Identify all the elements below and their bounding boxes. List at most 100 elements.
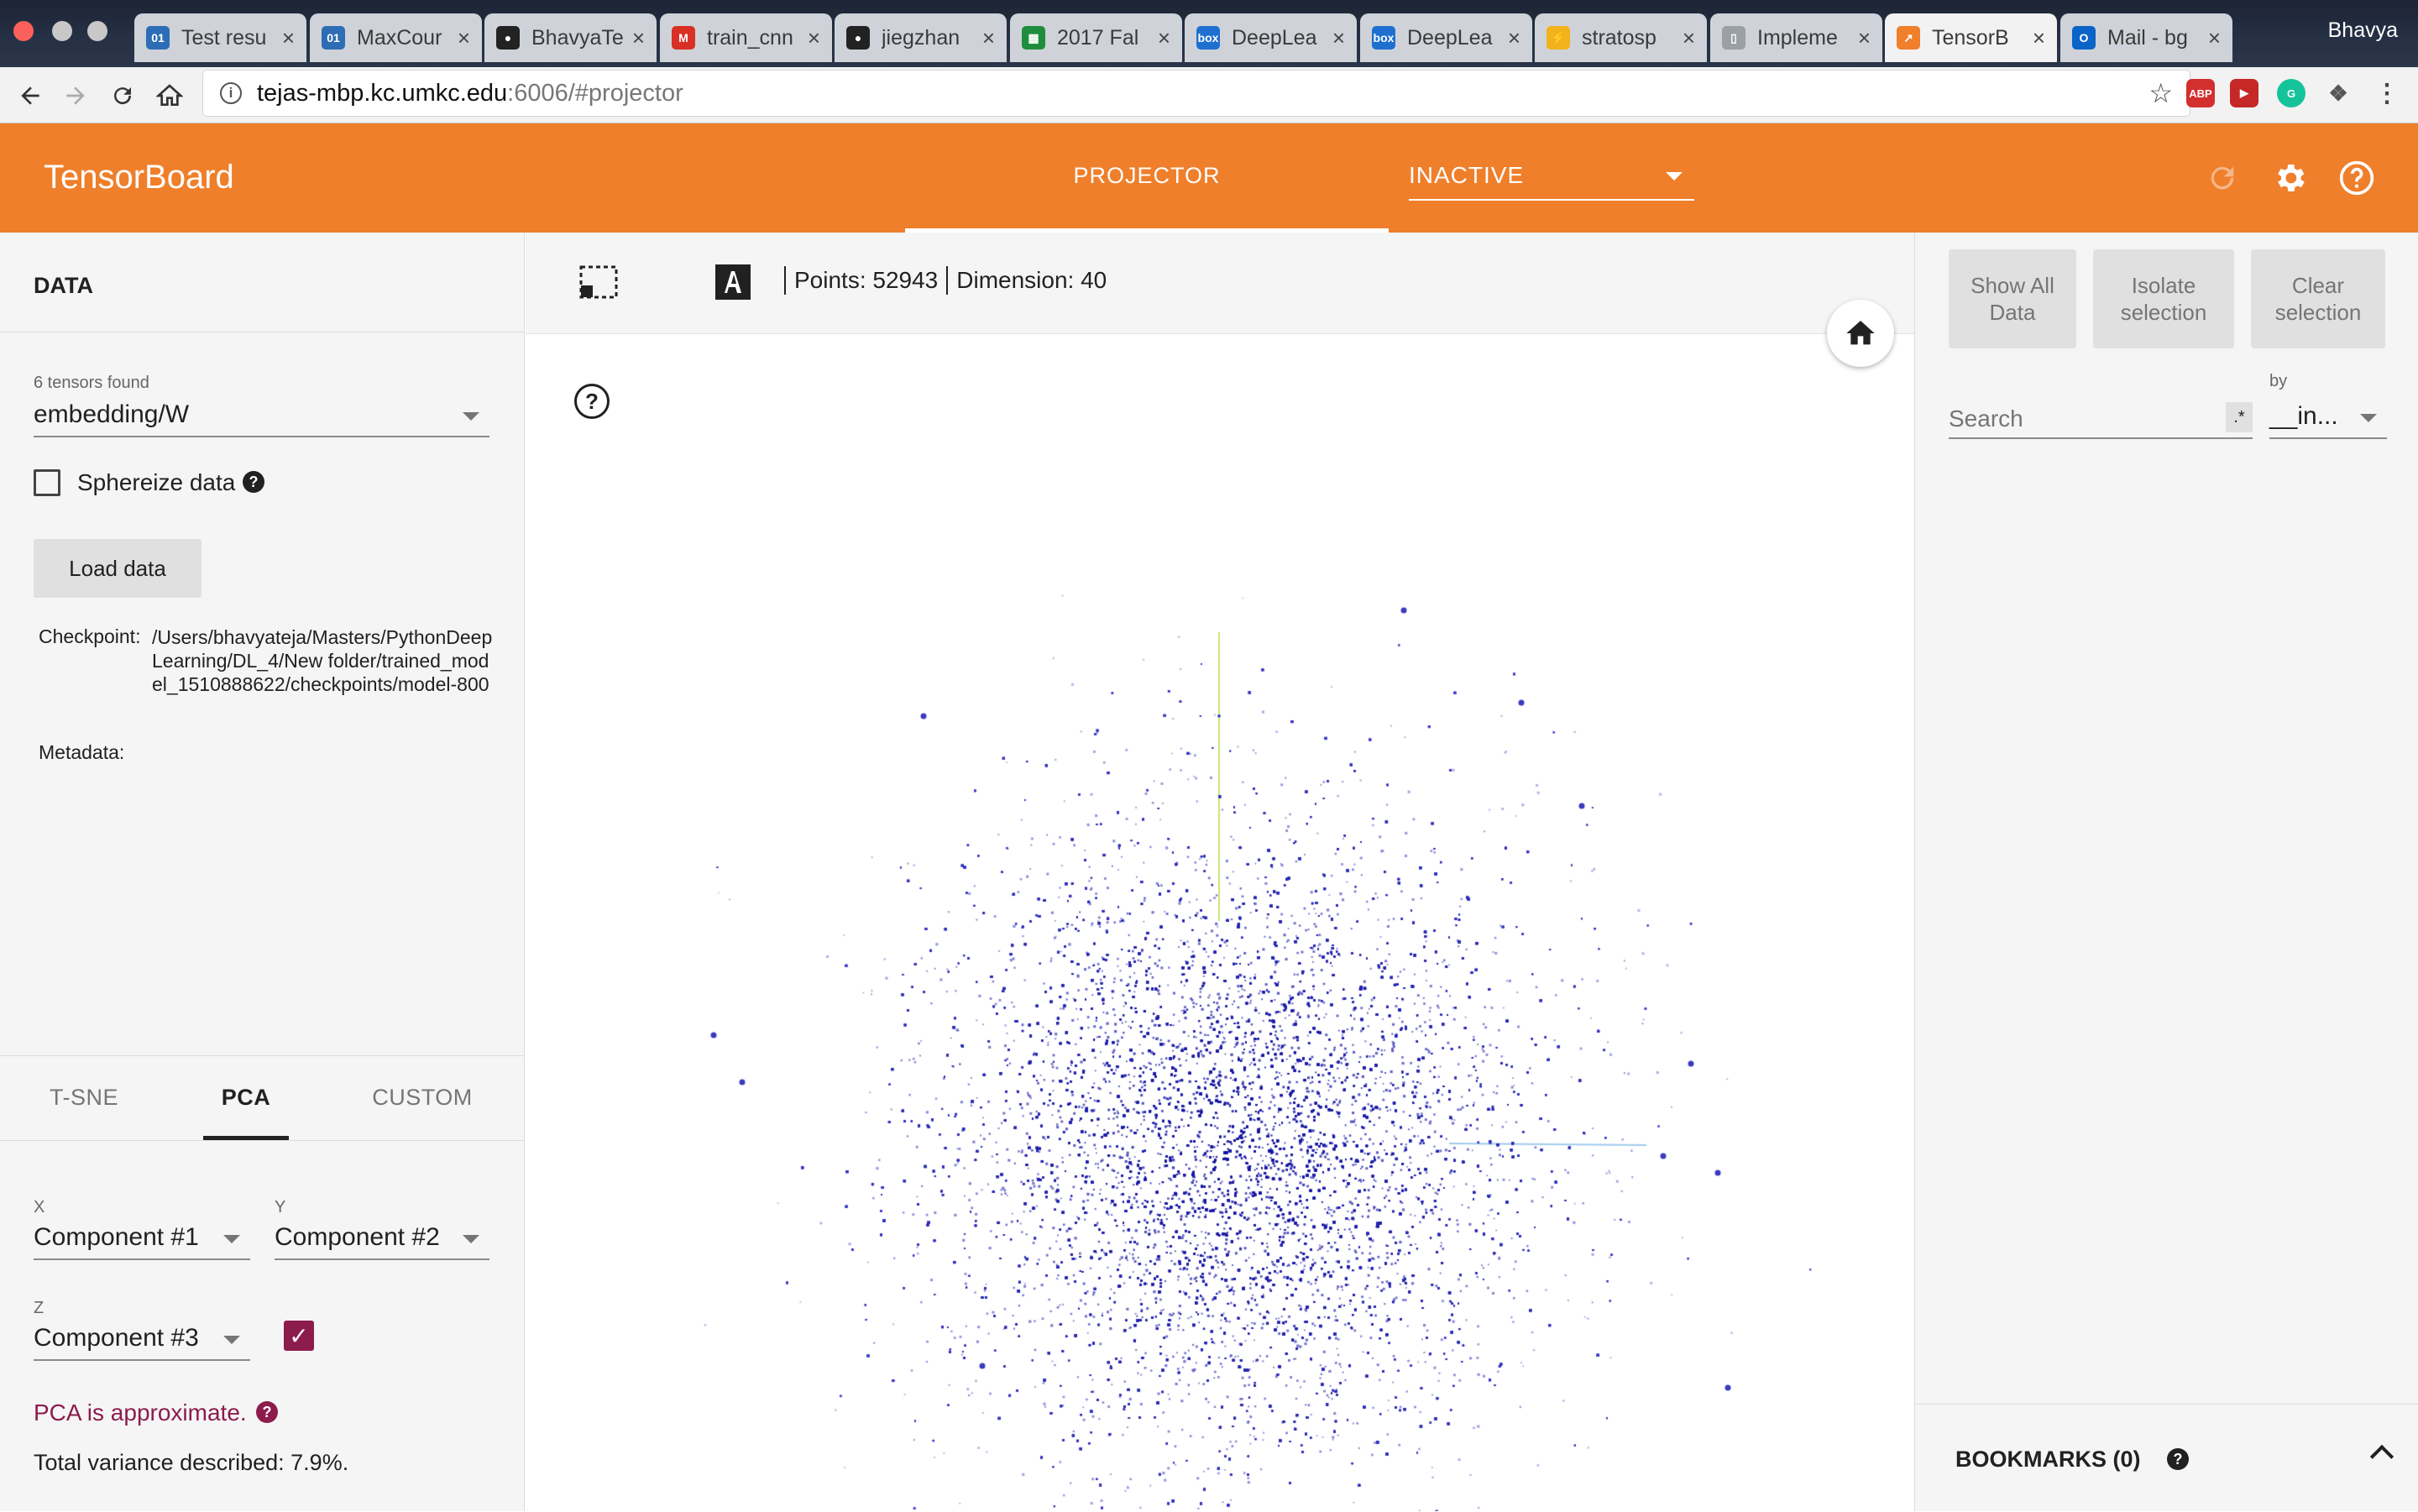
search-by-value: __in... [2269,402,2338,430]
close-tab-icon[interactable]: × [1858,25,1871,51]
close-tab-icon[interactable]: × [458,25,470,51]
browser-tab-title: train_cnn [707,25,793,50]
labels-toggle-icon[interactable] [714,263,752,301]
run-selector-value: INACTIVE [1409,162,1525,188]
back-arrow-icon[interactable] [12,77,49,114]
browser-tab-title: DeepLea [1232,25,1317,50]
adblock-icon[interactable]: ABP [2186,79,2215,107]
search-by-select[interactable]: __in... [2269,397,2387,439]
tab-custom[interactable]: CUSTOM [363,1055,482,1139]
pca-approximate-text: PCA is approximate. [34,1400,247,1426]
bookmarks-panel[interactable]: BOOKMARKS (0) ? [1915,1404,2418,1512]
bookmarks-help-icon[interactable]: ? [2167,1448,2189,1470]
selection-box-icon[interactable] [579,263,618,301]
z-component-select[interactable]: Component #3 [34,1319,250,1361]
chrome-menu-icon[interactable]: ⋮ [2373,79,2401,107]
z-enable-checkbox[interactable]: ✓ [284,1321,314,1351]
close-tab-icon[interactable]: × [1683,25,1695,51]
tab-tsne[interactable]: T-SNE [34,1055,134,1139]
sphereize-checkbox[interactable] [34,469,60,496]
browser-tab[interactable]: ▯ Impleme × [1710,13,1882,62]
tab-projector[interactable]: PROJECTOR [905,123,1389,233]
browser-tab[interactable]: ● BhavyaTe × [484,13,657,62]
close-tab-icon[interactable]: × [1332,25,1345,51]
box-icon: box [1372,26,1395,50]
refresh-icon[interactable] [2200,155,2245,201]
z-axis-label: Z [34,1299,44,1317]
browser-tab[interactable]: 01 MaxCour × [310,13,482,62]
close-tab-icon[interactable]: × [808,25,820,51]
y-component-select[interactable]: Component #2 [275,1218,489,1260]
pca-approximate-warning: PCA is approximate. [34,1400,247,1426]
app-title: TensorBoard [44,159,234,196]
01-icon: 01 [146,26,170,50]
browser-tab[interactable]: ⚡ stratosp × [1535,13,1707,62]
close-tab-icon[interactable]: × [1508,25,1520,51]
pocket-icon[interactable]: ▶ [2230,79,2258,107]
search-input[interactable] [1949,405,2201,432]
browser-tab[interactable]: 01 Test resu × [134,13,306,62]
profile-name[interactable]: Bhavya [2328,18,2398,43]
view-toolbar: Points: 52943 Dimension: 40 [526,233,1914,334]
browser-tab-title: MaxCour [357,25,442,50]
browser-tab-title: Mail - bg [2107,25,2188,50]
clear-selection-button[interactable]: Clear selection [2251,249,2385,348]
tensorboard-icon: ↗ [1897,26,1920,50]
github-icon: ● [846,26,870,50]
close-tab-icon[interactable]: × [2208,25,2221,51]
box-icon: box [1196,26,1220,50]
dropbox-icon[interactable]: ❖ [2324,79,2353,107]
address-bar[interactable]: i tejas-mbp.kc.umkc.edu:6006/#projector … [203,71,2190,116]
chevron-up-icon[interactable] [2369,1444,2394,1469]
close-tab-icon[interactable]: × [632,25,645,51]
minimize-window-button[interactable] [52,21,72,41]
browser-tab[interactable]: ▦ 2017 Fal × [1010,13,1182,62]
bolt-icon: ⚡ [1547,26,1570,50]
browser-tab[interactable]: O Mail - bg × [2060,13,2232,62]
close-tab-icon[interactable]: × [1158,25,1170,51]
browser-tab[interactable]: box DeepLea × [1360,13,1532,62]
reload-icon[interactable] [104,77,141,114]
grammarly-icon[interactable]: G [2277,79,2305,107]
close-tab-icon[interactable]: × [2033,25,2045,51]
home-icon[interactable] [151,77,188,114]
load-data-button[interactable]: Load data [34,539,202,598]
tensorboard-header: TensorBoard PROJECTOR INACTIVE [0,123,2418,233]
tab-pca[interactable]: PCA [203,1055,289,1139]
browser-tab[interactable]: Mtrain_cnn × [660,13,832,62]
show-all-data-button[interactable]: Show All Data [1949,249,2076,348]
tensors-found-label: 6 tensors found [34,374,149,392]
embedding-scatter-plot[interactable] [526,333,1914,1511]
browser-tab-title: TensorB [1932,25,2009,50]
data-panel: DATA 6 tensors found embedding/W Spherei… [0,233,525,1511]
github-icon: ● [496,26,520,50]
browser-tab[interactable]: ↗ TensorB × [1885,13,2057,62]
run-selector[interactable]: INACTIVE [1409,162,1694,201]
settings-gear-icon[interactable] [2267,155,2312,201]
x-component-value: Component #1 [34,1223,199,1251]
view-help-icon[interactable]: ? [574,384,610,419]
x-component-select[interactable]: Component #1 [34,1218,250,1260]
site-info-icon[interactable]: i [220,82,242,104]
help-icon[interactable] [2334,155,2379,201]
night-mode-icon[interactable] [646,263,685,301]
bookmark-star-icon[interactable]: ☆ [2148,77,2173,109]
regex-toggle[interactable]: .* [2226,402,2253,432]
chevron-down-icon [463,412,479,421]
browser-tab[interactable]: ● jiegzhan × [835,13,1007,62]
tensor-select[interactable]: embedding/W [34,395,489,437]
chevron-down-icon [1666,172,1683,180]
browser-tab[interactable]: box DeepLea × [1185,13,1357,62]
close-window-button[interactable] [13,21,34,41]
sphereize-help-icon[interactable]: ? [243,471,264,493]
sheets-icon: ▦ [1022,26,1045,50]
forward-arrow-icon[interactable] [57,77,94,114]
pca-help-icon[interactable]: ? [256,1401,278,1423]
close-tab-icon[interactable]: × [282,25,295,51]
isolate-selection-button[interactable]: Isolate selection [2093,249,2234,348]
reset-view-button[interactable] [1827,300,1894,367]
close-tab-icon[interactable]: × [982,25,995,51]
zoom-window-button[interactable] [87,21,107,41]
outlook-icon: O [2072,26,2096,50]
gmail-icon: M [672,26,695,50]
